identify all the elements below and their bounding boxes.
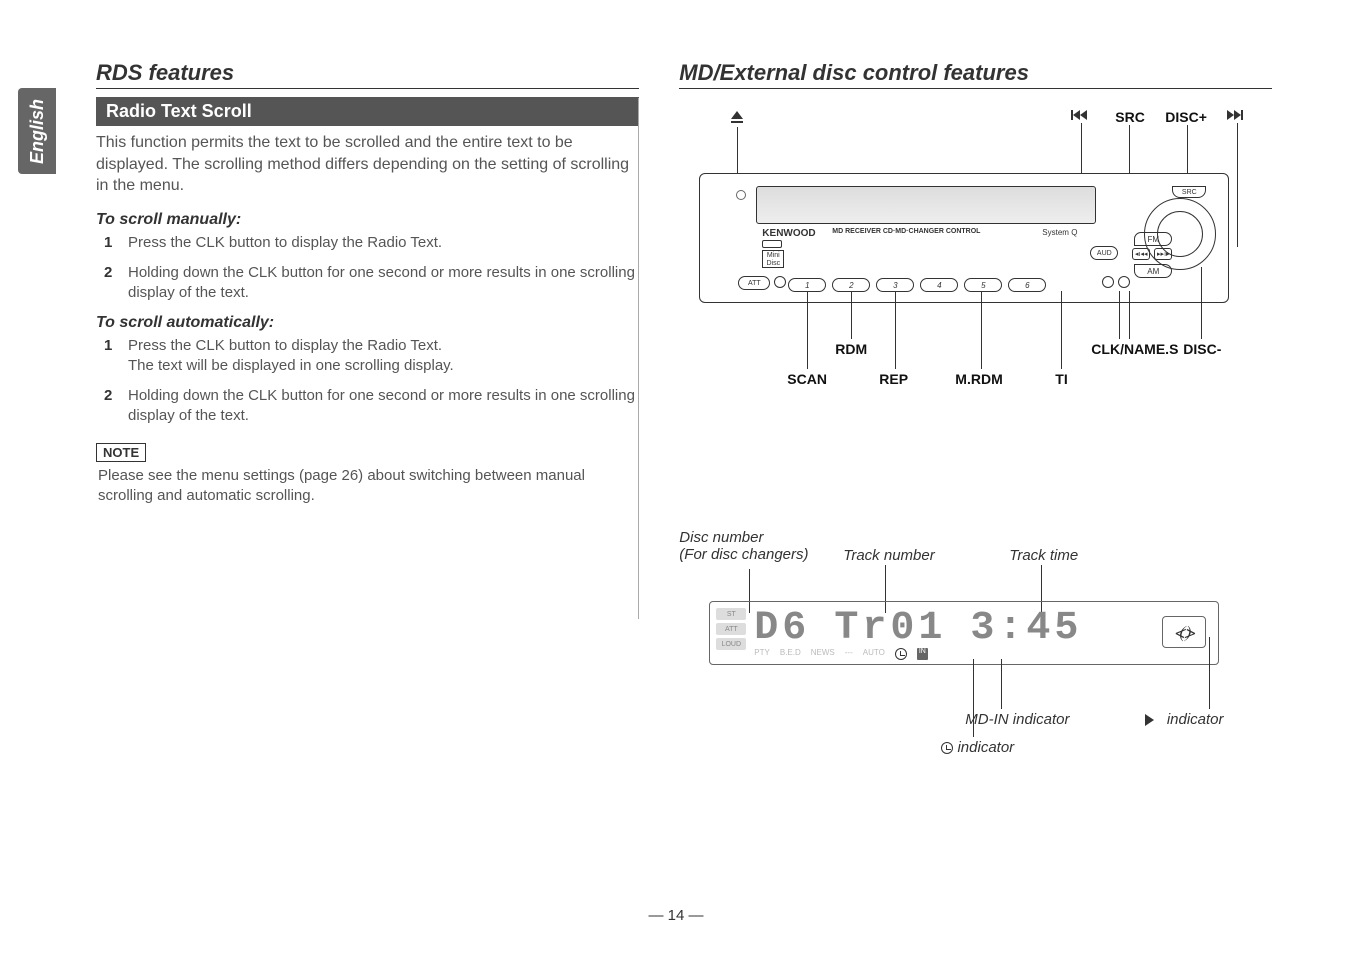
lead-line [895, 291, 896, 369]
step-text: Holding down the CLK button for one seco… [128, 263, 639, 304]
rdm-label: RDM [835, 341, 867, 357]
step-number: 1 [104, 336, 118, 377]
skip-fwd-icon [1227, 107, 1243, 123]
small-knob [774, 276, 786, 288]
manual-step2: 2 Holding down the CLK button for one se… [104, 263, 639, 304]
lcd-bottom-indicators: PTY B.E.D NEWS --- AUTO IN [754, 648, 928, 660]
step-text: Press the CLK button to display the Radi… [128, 336, 454, 377]
play-callout: indicator [1145, 711, 1223, 728]
page-number: — 14 — [648, 907, 703, 924]
step-number: 2 [104, 263, 118, 304]
minidisc-icon: Mini Disc [762, 250, 784, 268]
skip-back-icon [1071, 107, 1087, 123]
preset-2: 2 [832, 278, 870, 292]
mrdm-label: M.RDM [955, 371, 1002, 387]
clk-label: CLK/NAME.S [1091, 341, 1178, 357]
system-q-label: System Q [1042, 228, 1077, 237]
disc-num-callout: Disc number (For disc changers) [679, 529, 808, 563]
lead-line [1061, 291, 1062, 369]
lead-line [807, 291, 808, 369]
radio-text-scroll-header: Radio Text Scroll [96, 97, 639, 126]
in-badge: IN [917, 648, 928, 660]
note-label: NOTE [96, 443, 146, 462]
cd-icon [762, 240, 782, 248]
clock-icon [941, 742, 953, 754]
lead-line [1129, 291, 1130, 339]
loud-badge: LOUD [716, 638, 746, 650]
clock-callout: indicator [941, 739, 1014, 756]
step-number: 2 [104, 386, 118, 427]
disc-minus-label: DISC- [1183, 341, 1221, 357]
device-diagram: SRC DISC+ KENWOOD MD RECEIVER CD·MD·CHAN… [679, 109, 1249, 399]
column-divider [638, 98, 639, 619]
preset-3: 3 [876, 278, 914, 292]
lead-line [1119, 291, 1120, 339]
device-body: KENWOOD MD RECEIVER CD·MD·CHANGER CONTRO… [699, 173, 1229, 303]
disc-plus-label: DISC+ [1165, 109, 1207, 125]
eject-button [736, 190, 746, 200]
step-number: 1 [104, 233, 118, 253]
src-pill: SRC [1172, 186, 1206, 198]
lead-line [973, 659, 974, 737]
src-label: SRC [1115, 109, 1145, 125]
rds-title: RDS features [96, 60, 639, 89]
language-tab: English [18, 88, 56, 174]
intro-text: This function permits the text to be scr… [96, 132, 639, 197]
aud-button: AUD [1090, 246, 1118, 260]
lcd-diagram: Disc number (For disc changers) Track nu… [679, 529, 1249, 759]
lead-line [1001, 659, 1002, 709]
manual-step1: 1 Press the CLK button to display the Ra… [104, 233, 639, 253]
eject-icon [731, 111, 743, 123]
lead-line [981, 291, 982, 369]
preset-5: 5 [964, 278, 1002, 292]
device-screen [756, 186, 1096, 224]
play-icon [1145, 714, 1154, 726]
md-title: MD/External disc control features [679, 60, 1272, 89]
track-digit: Tr01 [834, 606, 946, 651]
step-text: Holding down the CLK button for one seco… [128, 386, 639, 427]
lcd-badges: ST ATT LOUD [716, 608, 746, 650]
preset-4: 4 [920, 278, 958, 292]
att-button: ATT [738, 276, 770, 290]
control-knobs [1102, 276, 1130, 288]
disc-digit: D6 [754, 606, 810, 651]
mdin-callout: MD-IN indicator [965, 711, 1069, 728]
lcd-body: ST ATT LOUD D6 Tr01 3:45 PTY B.E.D NEWS … [709, 601, 1219, 665]
left-column: RDS features Radio Text Scroll This func… [96, 60, 639, 759]
lead-line [1201, 267, 1202, 339]
step-text: Press the CLK button to display the Radi… [128, 233, 442, 253]
time-digit: 3:45 [970, 606, 1082, 651]
language-label: English [27, 98, 48, 163]
auto-step2: 2 Holding down the CLK button for one se… [104, 386, 639, 427]
auto-step1: 1 Press the CLK button to display the Ra… [104, 336, 639, 377]
lcd-digits: D6 Tr01 3:45 [754, 606, 1082, 651]
track-num-callout: Track number [843, 547, 934, 564]
track-time-callout: Track time [1009, 547, 1078, 564]
lead-line [1209, 637, 1210, 709]
preset-6: 6 [1008, 278, 1046, 292]
brand-label: KENWOOD [762, 228, 815, 239]
st-badge: ST [716, 608, 746, 620]
clock-icon-small [895, 648, 907, 660]
lead-line [1237, 123, 1238, 247]
note-text: Please see the menu settings (page 26) a… [98, 466, 639, 507]
manual-subhead: To scroll manually: [96, 211, 639, 229]
ti-label: TI [1055, 371, 1067, 387]
brand-sub-label: MD RECEIVER CD·MD·CHANGER CONTROL [832, 228, 980, 235]
preset-1: 1 [788, 278, 826, 292]
scan-label: SCAN [787, 371, 827, 387]
lead-line [851, 291, 852, 339]
right-column: MD/External disc control features SRC DI… [679, 60, 1272, 759]
att-badge: ATT [716, 623, 746, 635]
preset-buttons: 1 2 3 4 5 6 [788, 278, 1046, 292]
auto-subhead: To scroll automatically: [96, 314, 639, 332]
lcd-graphic-icon: ⦓⦔ [1162, 616, 1206, 648]
volume-knob [1144, 198, 1216, 270]
rep-label: REP [879, 371, 908, 387]
